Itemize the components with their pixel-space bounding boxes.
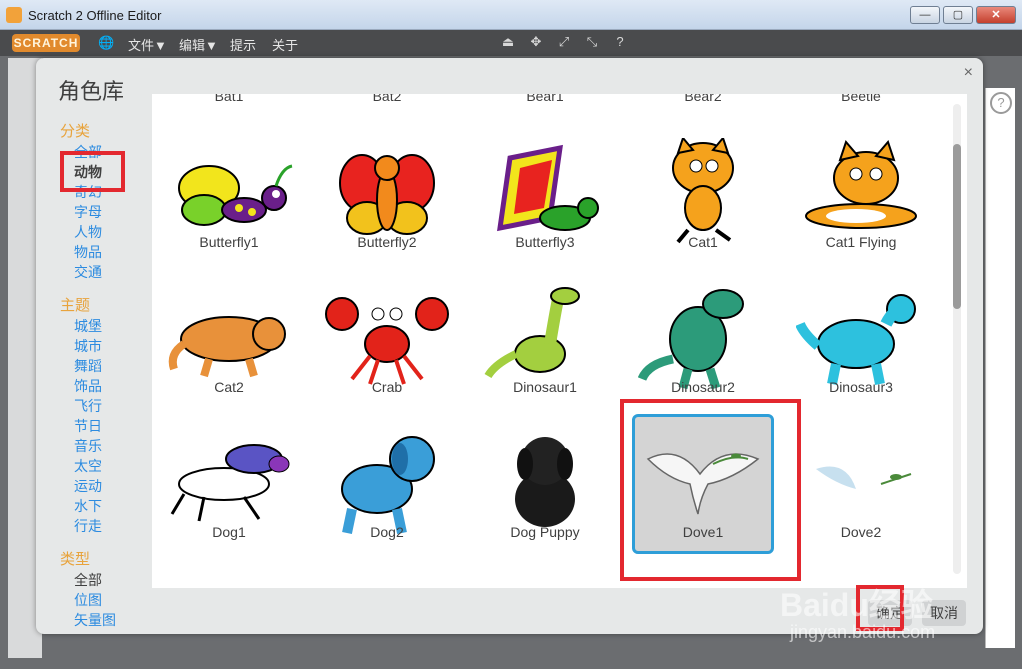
sprite-label-cat1-flying: Cat1 Flying [825, 234, 897, 250]
sprite-label-bat1: Bat1 [214, 94, 244, 104]
theme-music[interactable]: 音乐 [74, 436, 102, 456]
next-row-sprite-1[interactable] [202, 569, 332, 588]
dog1-sprite[interactable] [164, 429, 294, 539]
dinosaur2-sprite[interactable] [638, 284, 768, 394]
type-bitmap[interactable]: 位图 [74, 590, 102, 610]
dialog-close-icon[interactable]: × [964, 64, 973, 82]
theme-space[interactable]: 太空 [74, 456, 102, 476]
sprite-label-cat2: Cat2 [214, 379, 244, 395]
butterfly3-sprite[interactable] [480, 138, 610, 248]
globe-icon[interactable]: 🌐 [98, 35, 114, 51]
stamp-icon[interactable]: ⏏ [500, 34, 516, 50]
window-titlebar: Scratch 2 Offline Editor — ▢ ✕ [0, 0, 1022, 30]
cat2-sprite[interactable] [164, 284, 294, 394]
theme-dance[interactable]: 舞蹈 [74, 356, 102, 376]
dinosaur3-sprite[interactable] [796, 284, 926, 394]
menu-about[interactable]: 关于 [272, 35, 298, 54]
butterfly1-sprite[interactable] [164, 138, 294, 248]
scratch-logo: SCRATCH [12, 34, 80, 52]
theme-heading: 主题 [60, 297, 91, 314]
baidu-watermark-url: jingyan.baidu.com [790, 622, 936, 642]
category-things[interactable]: 物品 [74, 242, 102, 262]
category-people[interactable]: 人物 [74, 222, 102, 242]
menu-tips[interactable]: 提示 [230, 35, 256, 54]
window-title: Scratch 2 Offline Editor [28, 8, 162, 23]
sprite-label-dinosaur1: Dinosaur1 [513, 379, 577, 395]
annotation-animals [60, 151, 125, 192]
category-letters[interactable]: 字母 [74, 202, 102, 222]
sprite-label-butterfly2: Butterfly2 [357, 234, 417, 250]
sprite-label-beetle: Beetle [841, 94, 881, 104]
menu-edit[interactable]: 编辑▼ [179, 35, 218, 54]
crab-sprite[interactable] [322, 284, 452, 394]
sprite-label-crab: Crab [371, 379, 403, 395]
dog-puppy-sprite[interactable] [480, 429, 610, 539]
theme-flying[interactable]: 飞行 [74, 396, 102, 416]
close-window-button[interactable]: ✕ [976, 6, 1016, 24]
sprite-label-butterfly1: Butterfly1 [199, 234, 259, 250]
sprite-label-bear1: Bear1 [526, 94, 564, 104]
sprite-label-dog2: Dog2 [370, 524, 404, 540]
grow-icon[interactable]: ⤢ [556, 34, 572, 50]
sprite-label-butterfly3: Butterfly3 [515, 234, 575, 250]
scrollbar-track[interactable] [953, 104, 961, 574]
maximize-button[interactable]: ▢ [943, 6, 973, 24]
menu-file[interactable]: 文件▼ [128, 35, 167, 54]
help-circle-icon[interactable]: ? [990, 92, 1012, 114]
sprite-label-dog1: Dog1 [212, 524, 246, 540]
annotation-dove1 [620, 399, 801, 581]
theme-walking[interactable]: 行走 [74, 516, 102, 536]
sprite-library-dialog: 角色库 × 分类 全部 动物 奇幻 字母 人物 物品 交通 主题 城堡 城市 舞… [36, 58, 983, 634]
type-vector[interactable]: 矢量图 [74, 610, 116, 630]
scratch-menubar: SCRATCH 🌐 文件▼ 编辑▼ 提示 关于 ⏏ ✥ ⤢ ⤡ ? [0, 30, 1022, 56]
scratch-cat-icon [6, 7, 22, 23]
theme-holiday[interactable]: 节日 [74, 416, 102, 436]
sprite-label-dog-puppy: Dog Puppy [510, 524, 580, 540]
minimize-button[interactable]: — [910, 6, 940, 24]
sprite-label-dinosaur2: Dinosaur2 [671, 379, 735, 395]
scripts-area [985, 88, 1015, 648]
category-heading: 分类 [60, 123, 91, 140]
shrink-icon[interactable]: ⤡ [584, 34, 600, 50]
sprite-label-dove2: Dove2 [840, 524, 882, 540]
dove2-sprite[interactable] [796, 429, 926, 539]
dog2-sprite[interactable] [322, 429, 452, 539]
sprite-label-dinosaur3: Dinosaur3 [829, 379, 893, 395]
sprite-label-bear2: Bear2 [684, 94, 722, 104]
sprite-label-bat2: Bat2 [372, 94, 402, 104]
theme-castle[interactable]: 城堡 [74, 316, 102, 336]
theme-dress-up[interactable]: 饰品 [74, 376, 102, 396]
scrollbar-thumb[interactable] [953, 144, 961, 309]
baidu-watermark: Baidu经验 [780, 587, 933, 623]
cat1-flying-sprite[interactable] [796, 138, 926, 248]
cut-icon[interactable]: ✥ [528, 34, 544, 50]
dinosaur1-sprite[interactable] [480, 284, 610, 394]
theme-underwater[interactable]: 水下 [74, 496, 102, 516]
type-heading: 类型 [60, 551, 91, 568]
cat1-sprite[interactable] [638, 138, 768, 248]
dialog-title: 角色库 [58, 79, 125, 104]
help-icon[interactable]: ? [612, 34, 628, 50]
theme-sports[interactable]: 运动 [74, 476, 102, 496]
butterfly2-sprite[interactable] [322, 138, 452, 248]
theme-city[interactable]: 城市 [74, 336, 102, 356]
category-transportation[interactable]: 交通 [74, 262, 102, 282]
sprite-label-cat1: Cat1 [688, 234, 718, 250]
sprite-grid-panel: Bat1 Bat2 Bear1 Bear2 Beetle Butterfly1 … [152, 94, 967, 588]
type-all[interactable]: 全部 [74, 570, 102, 590]
